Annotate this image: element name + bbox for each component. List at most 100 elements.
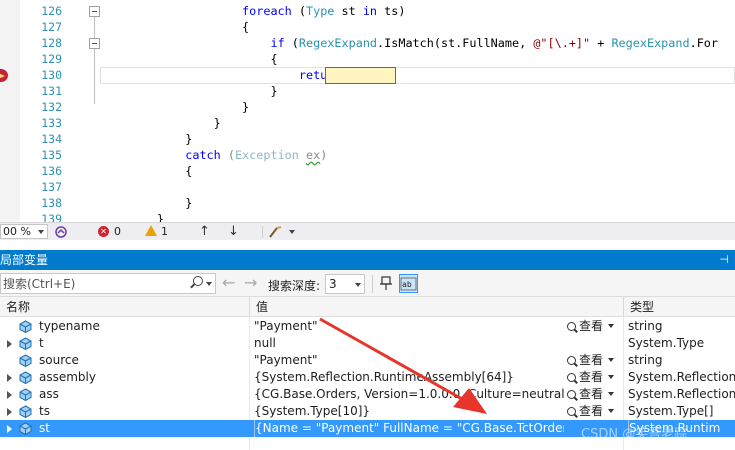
code-text: if (RegexExpand.IsMatch(st.FullName, @"[… (100, 35, 718, 51)
fold-toggle-126[interactable] (89, 6, 100, 17)
error-icon[interactable]: ✕ (98, 226, 109, 237)
search-forward-icon[interactable]: → (244, 274, 257, 292)
code-line[interactable]: 126 foreach (Type st in ts) (0, 3, 735, 19)
code-cleanup-dropdown-icon[interactable] (289, 230, 295, 234)
chevron-down-icon (355, 283, 361, 287)
code-token: } (100, 196, 193, 210)
search-depth-label: 搜索深度: (268, 279, 321, 293)
column-header-name[interactable]: 名称 (0, 297, 249, 317)
warning-icon[interactable] (145, 225, 157, 236)
chevron-down-icon (608, 324, 615, 328)
code-line[interactable]: 135 catch (Exception ex) (0, 147, 735, 163)
locals-row-ts[interactable]: ts {System.Type[10]} 查看 System.Type[] (0, 403, 735, 420)
expand-arrow-icon[interactable] (7, 425, 12, 433)
warning-count[interactable]: 1 (161, 225, 168, 238)
code-text: { (100, 19, 249, 35)
code-token: ts) (377, 4, 406, 18)
chevron-down-icon (608, 409, 615, 413)
code-line[interactable]: 136 { (0, 163, 735, 179)
expand-arrow-icon[interactable] (7, 408, 12, 416)
pin-to-source-icon[interactable] (377, 274, 396, 293)
variable-value[interactable]: {Name = "Payment" FullName = "CG.Base.Tc… (254, 420, 564, 437)
search-options-chevron-icon[interactable] (206, 282, 212, 286)
code-token: } (100, 132, 193, 146)
code-line[interactable]: 128 if (RegexExpand.IsMatch(st.FullName,… (0, 35, 735, 51)
locals-row-ass[interactable]: ass {CG.Base.Orders, Version=1.0.0.0, Cul… (0, 386, 735, 403)
code-line[interactable]: 129 { (0, 51, 735, 67)
variable-value[interactable]: "Payment" (254, 352, 564, 369)
variable-value[interactable]: {CG.Base.Orders, Version=1.0.0.0, Cultur… (254, 386, 564, 403)
code-token: .For (689, 36, 719, 50)
chevron-down-icon (38, 230, 44, 234)
code-text: foreach (Type st in ts) (100, 3, 405, 19)
column-header-value[interactable]: 值 (249, 297, 623, 317)
code-token: in (362, 4, 378, 18)
locals-row-assembly[interactable]: assembly {System.Reflection.RuntimeAssemb… (0, 369, 735, 386)
health-icon[interactable] (54, 225, 68, 239)
line-number: 130 (41, 68, 62, 82)
view-label: 查看 (579, 319, 604, 333)
line-number: 127 (41, 20, 62, 34)
code-token: } (100, 84, 278, 98)
view-button[interactable]: 查看 (567, 386, 615, 403)
locals-row-typename[interactable]: typename "Payment" 查看 string (0, 318, 735, 335)
magnifier-icon (567, 373, 576, 382)
magnifier-icon (567, 322, 576, 331)
expand-arrow-icon[interactable] (7, 340, 12, 348)
locals-row-t[interactable]: t null System.Type (0, 335, 735, 352)
previous-issue-icon[interactable]: ↑ (199, 225, 210, 238)
code-token: RegexExpand (611, 36, 690, 50)
code-cleanup-icon[interactable] (268, 225, 284, 239)
view-button[interactable]: 查看 (567, 352, 615, 369)
svg-text:ab: ab (402, 280, 412, 289)
search-depth-select[interactable]: 3 (325, 274, 365, 294)
code-line[interactable]: 127 { (0, 19, 735, 35)
zoom-select[interactable]: 00 % (0, 224, 48, 239)
code-editor[interactable]: 126 foreach (Type st in ts) 127 {128 if (… (0, 0, 735, 222)
search-back-icon[interactable]: ← (222, 274, 235, 292)
view-label: 查看 (579, 370, 604, 384)
search-input[interactable] (1, 274, 181, 293)
variable-value[interactable]: {System.Type[10]} (254, 403, 564, 420)
code-line[interactable]: 138 } (0, 195, 735, 211)
magnifier-icon (567, 407, 576, 416)
next-issue-icon[interactable]: ↓ (228, 225, 239, 238)
variable-value[interactable]: {System.Reflection.RuntimeAssembly[64]} (254, 369, 564, 386)
search-box[interactable] (0, 273, 216, 294)
magnifier-icon (567, 356, 576, 365)
view-button[interactable]: 查看 (567, 318, 615, 335)
hex-display-toggle[interactable]: ab (399, 274, 418, 293)
view-button[interactable]: 查看 (567, 369, 615, 386)
search-icon[interactable] (193, 276, 203, 286)
chevron-down-icon (608, 375, 615, 379)
editor-status-bar: 00 % ✕ 0 1 ↑ ↓ (0, 222, 735, 240)
code-token: if (270, 36, 285, 50)
variable-name: ass (39, 387, 59, 401)
code-line[interactable]: 133 } (0, 115, 735, 131)
expand-arrow-icon[interactable] (7, 391, 12, 399)
locals-row-source[interactable]: source "Payment" 查看 string (0, 352, 735, 369)
local-variable-icon (19, 337, 32, 350)
column-header-type[interactable]: 类型 (623, 297, 735, 317)
fold-toggle-128[interactable] (89, 38, 100, 49)
local-variable-icon (19, 354, 32, 367)
variable-value[interactable]: "Payment" (254, 318, 564, 335)
pin-icon[interactable]: ⊣ (719, 254, 729, 266)
chevron-down-icon (608, 358, 615, 362)
view-button[interactable]: 查看 (567, 403, 615, 420)
code-text: } (100, 83, 278, 99)
variable-name: ts (39, 404, 50, 418)
variable-value[interactable]: null (254, 335, 564, 352)
code-line[interactable]: 132 } (0, 99, 735, 115)
code-token: ( (220, 148, 235, 162)
error-count[interactable]: 0 (114, 225, 121, 238)
chevron-down-icon (608, 392, 615, 396)
code-line[interactable]: 139 } (0, 211, 735, 222)
code-line[interactable]: 131 } (0, 83, 735, 99)
code-line[interactable]: 134 } (0, 131, 735, 147)
expand-arrow-icon[interactable] (7, 374, 12, 382)
code-line[interactable]: 137 (0, 179, 735, 195)
line-number: 134 (41, 132, 62, 146)
